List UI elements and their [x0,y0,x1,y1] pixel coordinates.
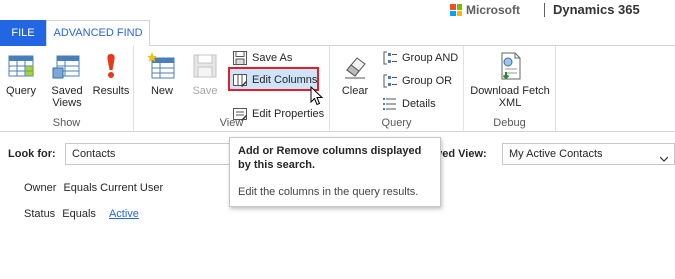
view-group-label: View [219,117,244,129]
chevron-down-icon [659,150,669,162]
microsoft-logo-icon [450,4,462,16]
results-label: Results [92,85,130,97]
criteria-operator[interactable]: Equals Current User [63,182,163,194]
details-label: Details [402,98,436,110]
saved-views-label: Saved Views [51,85,83,109]
download-fetch-xml-button[interactable]: Download Fetch XML [468,50,552,109]
group-or-icon [382,73,398,89]
group-and-icon [382,50,398,66]
save-as-icon [232,50,248,66]
microsoft-brand-text: Microsoft [466,3,520,17]
tab-file[interactable]: FILE [0,20,46,46]
save-floppy-icon [189,50,221,82]
show-group-label: Show [52,117,81,129]
saved-view-value: My Active Contacts [509,148,603,160]
tab-advanced-find[interactable]: ADVANCED FIND [46,20,150,47]
query-label: Query [6,85,36,97]
save-as-button[interactable]: Save As [232,48,292,68]
new-button[interactable]: New [142,50,182,97]
new-view-icon [146,50,178,82]
group-or-button[interactable]: Group OR [382,71,452,91]
results-exclamation-icon [95,50,127,82]
save-label: Save [192,85,218,97]
new-label: New [150,85,173,97]
edit-columns-label: Edit Columns [252,74,318,86]
save-as-label: Save As [252,52,293,64]
results-button[interactable]: Results [92,50,130,97]
look-for-label: Look for: [8,148,56,160]
details-button[interactable]: Details [382,94,436,114]
criteria-field[interactable]: Owner [24,182,56,194]
look-for-select[interactable]: Contacts [65,143,230,165]
download-fetch-xml-label: Download Fetch XML [470,85,550,109]
criteria-row[interactable]: Status Equals Active [24,208,143,220]
ribbon: Query Saved Views Results Show New Save … [0,46,675,132]
query-button[interactable]: Query [2,50,40,97]
saved-views-button[interactable]: Saved Views [46,50,88,109]
fetch-xml-document-icon [494,50,526,82]
clear-button[interactable]: Clear [336,50,374,97]
query-group-label: Query [381,117,412,129]
saved-views-icon [51,50,83,82]
tooltip-title: Add or Remove columns displayed by this … [238,145,422,171]
debug-group-label: Debug [493,117,526,129]
criteria-value-link[interactable]: Active [109,208,139,220]
criteria-operator[interactable]: Equals [62,208,96,220]
clear-label: Clear [341,85,369,97]
edit-columns-tooltip: Add or Remove columns displayed by this … [229,137,441,207]
show-group: Query Saved Views Results Show [0,46,134,132]
save-button[interactable]: Save [186,50,224,97]
mouse-pointer-icon [310,85,324,109]
criteria-field[interactable]: Status [24,208,55,220]
tooltip-description: Edit the columns in the query results. [238,186,419,198]
group-and-label: Group AND [402,52,459,64]
query-group: Clear Group AND Group OR Details Query [330,46,464,132]
debug-group: Download Fetch XML Debug [464,46,556,132]
ribbon-tabs: FILE ADVANCED FIND [0,20,675,47]
group-and-button[interactable]: Group AND [382,48,458,68]
edit-columns-icon [232,72,248,88]
group-or-label: Group OR [402,75,453,87]
product-name: Dynamics 365 [553,2,640,17]
edit-columns-button[interactable]: Edit Columns [232,70,317,90]
details-icon [382,96,398,112]
criteria-row[interactable]: Owner Equals Current User [24,182,167,194]
saved-view-select[interactable]: My Active Contacts [502,143,675,165]
eraser-icon [339,50,371,82]
query-grid-icon [5,50,37,82]
brand-separator [544,3,545,17]
brand-bar: Microsoft Dynamics 365 [0,0,675,20]
